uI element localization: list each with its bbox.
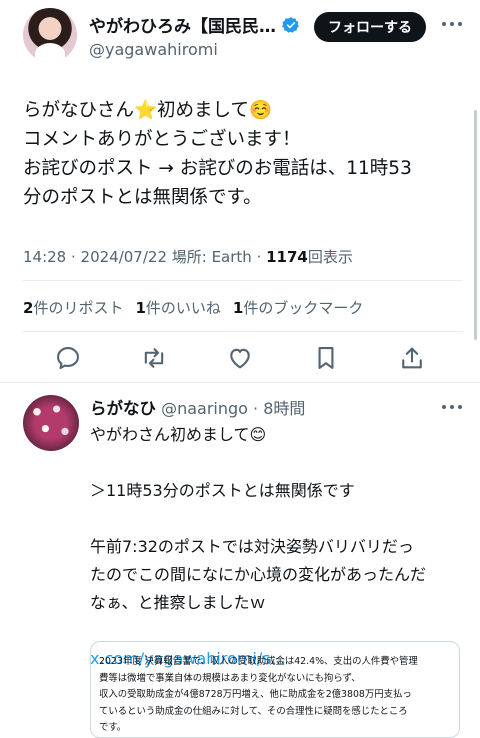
- action-bar: [0, 344, 480, 374]
- avatar[interactable]: [23, 395, 79, 451]
- quoted-text-line: ているという助成金の仕組みに対して、その合理性に疑問を感じたところ: [99, 705, 408, 717]
- more-options-icon[interactable]: [441, 20, 463, 28]
- quoted-image-card[interactable]: 2023年度 決算報告書で、収入の受取助成金は42.4%、支出の人件費や管理 費…: [90, 641, 460, 738]
- quoted-text-line: 費等は微増で事業自体の規模はあまり変化がないにも拘らず、: [99, 672, 361, 684]
- quoted-text: 2023年度 決算報告書で、収入の受取助成金は42.4%、支出の人件費や管理 費…: [99, 654, 455, 737]
- scrollbar[interactable]: [474, 110, 477, 340]
- reply-icon[interactable]: [54, 344, 82, 372]
- reply-body-line: [90, 449, 470, 477]
- reply-post[interactable]: らがなひ @naaringo · 8時間 やがわさん初めまして😊 ＞11時53分…: [0, 383, 480, 738]
- reply-body: やがわさん初めまして😊 ＞11時53分のポストとは無関係です 午前7:32のポス…: [90, 421, 470, 673]
- reply-body-line: ＞11時53分のポストとは無関係です: [90, 481, 355, 500]
- reply-handle[interactable]: @naaringo: [161, 399, 248, 418]
- post-stats: 2件のリポスト 1件のいいね 1件のブックマーク: [23, 297, 363, 318]
- post-meta: 14:28 · 2024/07/22 場所: Earth · 1174回表示: [23, 246, 353, 267]
- post-body-line: コメントありがとうございます！: [23, 129, 301, 150]
- reply-display-name[interactable]: らがなひ: [90, 399, 156, 418]
- more-options-icon[interactable]: [441, 403, 463, 411]
- author-name-row: やがわひろみ【国民民…: [89, 12, 300, 37]
- like-icon[interactable]: [226, 344, 254, 372]
- share-icon[interactable]: [398, 344, 426, 372]
- follow-button[interactable]: フォローする: [314, 12, 426, 42]
- reposts-stat[interactable]: 2件のリポスト: [23, 297, 123, 318]
- quoted-text-line: です。: [99, 722, 127, 733]
- views-count: 1174: [266, 248, 308, 266]
- post-timestamp[interactable]: 14:28 · 2024/07/22 場所: Earth ·: [23, 248, 266, 266]
- divider: [23, 331, 463, 332]
- post-body: らがなひさん⭐初めまして☺️ コメントありがとうございます！ お詫びのポスト →…: [23, 96, 463, 212]
- reply-body-line: なぁ、と推察しましたｗ: [90, 593, 266, 612]
- reply-body-line: 午前7:32のポストでは対決姿勢バリバリだっ: [90, 537, 414, 556]
- quoted-text-line: 収入の受取助成金が4億8728万円増え、他に助成金を2億3808万円支払っ: [99, 689, 412, 700]
- post-body-line: らがなひさん⭐初めまして☺️: [23, 100, 273, 121]
- author-handle[interactable]: @yagawahiromi: [89, 40, 218, 59]
- reply-header: らがなひ @naaringo · 8時間: [90, 395, 305, 419]
- main-post: やがわひろみ【国民民… @yagawahiromi フォローする らがなひさん⭐…: [0, 0, 480, 382]
- quoted-text-line: 2023年度 決算報告書で、収入の受取助成金は42.4%、支出の人件費や管理: [99, 656, 418, 667]
- divider: [23, 280, 463, 281]
- bookmarks-stat[interactable]: 1件のブックマーク: [233, 297, 363, 318]
- reply-body-line: たのでこの間になにか心境の変化があったんだ: [90, 565, 427, 584]
- verified-badge-icon: [282, 16, 299, 33]
- bookmark-icon[interactable]: [312, 344, 340, 372]
- reply-time[interactable]: · 8時間: [253, 399, 305, 418]
- repost-icon[interactable]: [140, 344, 168, 372]
- post-body-line: 分のポストとは無関係です。: [23, 187, 262, 208]
- reply-body-line: やがわさん初めまして😊: [90, 425, 267, 444]
- display-name[interactable]: やがわひろみ【国民民…: [89, 12, 276, 37]
- reply-body-line: [90, 505, 470, 533]
- views-label: 回表示: [307, 248, 353, 266]
- avatar[interactable]: [23, 8, 77, 62]
- post-body-line: お詫びのポスト → お詫びのお電話は、11時53: [23, 158, 412, 179]
- likes-stat[interactable]: 1件のいいね: [135, 297, 220, 318]
